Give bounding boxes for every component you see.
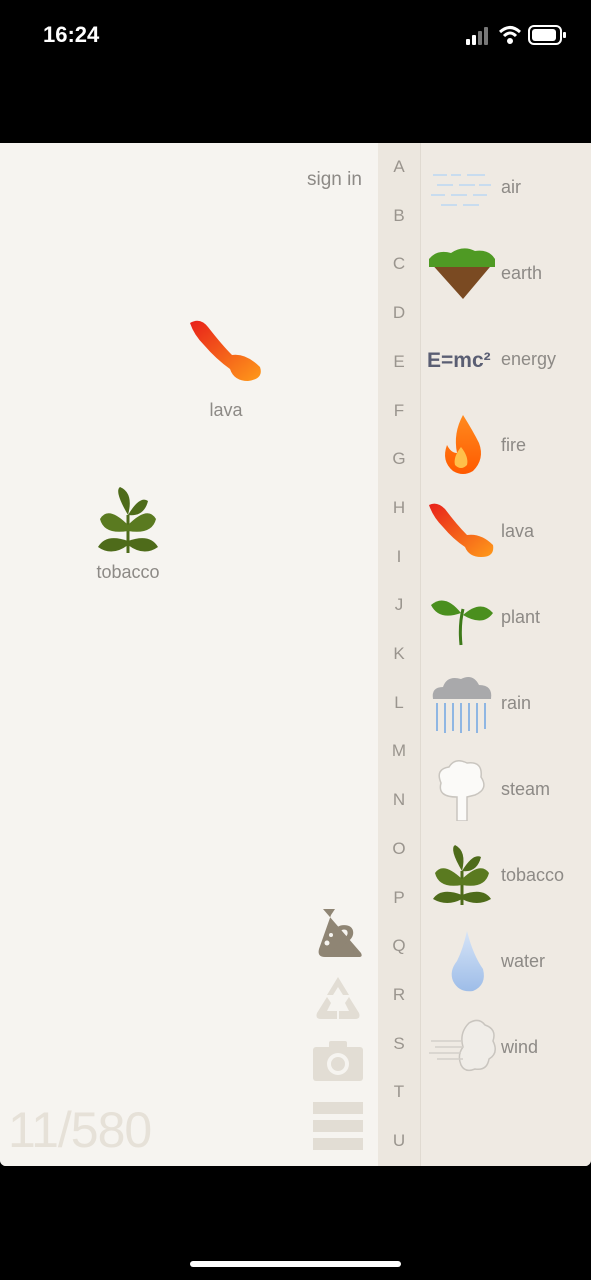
alphabet-letter-s[interactable]: S [378, 1034, 420, 1054]
library-item-label: tobacco [501, 865, 565, 885]
home-indicator[interactable] [190, 1261, 401, 1267]
alphabet-letter-c[interactable]: C [378, 254, 420, 274]
water-icon [451, 931, 484, 992]
library-item-tobacco[interactable]: tobacco [421, 835, 591, 915]
alphabet-letter-a[interactable]: A [378, 157, 420, 177]
status-time: 16:24 [43, 22, 100, 47]
screenshot-button[interactable] [311, 1039, 365, 1088]
tobacco-icon [433, 845, 491, 905]
menu-button[interactable] [311, 1100, 365, 1157]
alphabet-letter-g[interactable]: G [378, 449, 420, 469]
app-window: sign in lava tobacco 2 11/580 A B C D E … [0, 143, 591, 1166]
alphabet-letter-m[interactable]: M [378, 741, 420, 761]
plant-icon [431, 600, 493, 646]
workspace-item-tobacco[interactable]: tobacco [88, 485, 168, 583]
library-item-label: steam [501, 779, 551, 799]
library-item-label: lava [501, 521, 535, 541]
little-alchemy-2-button[interactable]: 2 [311, 905, 365, 966]
svg-text:2: 2 [333, 918, 355, 961]
library-item-label: water [501, 951, 546, 971]
library-item-air[interactable]: air [421, 147, 591, 227]
recycle-button[interactable] [311, 973, 365, 1028]
library-item-energy[interactable]: E=mc² energy [421, 319, 591, 399]
tobacco-icon [98, 487, 158, 553]
recycle-icon [316, 977, 360, 1019]
discovered-counter: 11/580 [8, 1102, 152, 1158]
lava-icon [190, 320, 261, 381]
element-library[interactable]: air earth E=mc² energy fire lava plant r… [421, 143, 591, 1166]
alphabet-letter-f[interactable]: F [378, 401, 420, 421]
library-item-label: wind [501, 1037, 539, 1057]
library-item-plant[interactable]: plant [421, 577, 591, 657]
earth-icon [429, 248, 495, 299]
alphabet-letter-d[interactable]: D [378, 303, 420, 323]
workspace-item-label: tobacco [96, 562, 160, 582]
library-item-steam[interactable]: steam [421, 749, 591, 829]
library-item-rain[interactable]: rain [421, 663, 591, 743]
sign-in-link[interactable]: sign in [307, 169, 362, 191]
menu-icon [313, 1102, 363, 1150]
library-item-label: fire [501, 435, 527, 455]
library-item-fire[interactable]: fire [421, 405, 591, 485]
alphabet-letter-b[interactable]: B [378, 206, 420, 226]
workspace-canvas[interactable]: sign in lava tobacco 2 11/580 [0, 143, 378, 1166]
cellular-signal-icon [466, 27, 488, 45]
library-item-lava[interactable]: lava [421, 491, 591, 571]
alphabet-index[interactable]: A B C D E F G H I J K L M N O P Q R S T U [378, 143, 421, 1166]
alphabet-letter-q[interactable]: Q [378, 936, 420, 956]
alphabet-letter-t[interactable]: T [378, 1082, 420, 1102]
alphabet-letter-i[interactable]: I [378, 547, 420, 567]
status-bar: 16:24 [0, 0, 591, 143]
alphabet-letter-u[interactable]: U [378, 1131, 420, 1151]
library-item-label: rain [501, 693, 532, 713]
little-alchemy-2-icon: 2 [318, 909, 362, 962]
energy-icon: E=mc² [427, 349, 491, 372]
library-item-label: energy [501, 349, 557, 369]
energy-icon-text: E=mc² [427, 349, 491, 372]
alphabet-letter-n[interactable]: N [378, 790, 420, 810]
air-icon [431, 174, 491, 206]
alphabet-letter-r[interactable]: R [378, 985, 420, 1005]
workspace-item-label: lava [209, 400, 243, 420]
alphabet-letter-h[interactable]: H [378, 498, 420, 518]
library-item-earth[interactable]: earth [421, 233, 591, 313]
library-item-label: earth [501, 263, 543, 283]
alphabet-letter-o[interactable]: O [378, 839, 420, 859]
alphabet-letter-p[interactable]: P [378, 888, 420, 908]
battery-icon [528, 25, 566, 45]
camera-icon [313, 1041, 363, 1081]
alphabet-letter-k[interactable]: K [378, 644, 420, 664]
alphabet-letter-l[interactable]: L [378, 693, 420, 713]
alphabet-letter-e[interactable]: E [378, 352, 420, 372]
alphabet-letter-j[interactable]: J [378, 595, 420, 615]
library-item-label: plant [501, 607, 541, 627]
wind-icon [429, 1019, 496, 1072]
rain-icon [432, 677, 492, 733]
lava-icon [429, 503, 494, 557]
library-item-wind[interactable]: wind [421, 1007, 591, 1087]
workspace-item-lava[interactable]: lava [186, 315, 266, 421]
library-item-water[interactable]: water [421, 921, 591, 1001]
steam-icon [438, 760, 485, 821]
wifi-icon [498, 26, 522, 44]
fire-icon [445, 415, 481, 474]
library-item-label: air [501, 177, 522, 197]
